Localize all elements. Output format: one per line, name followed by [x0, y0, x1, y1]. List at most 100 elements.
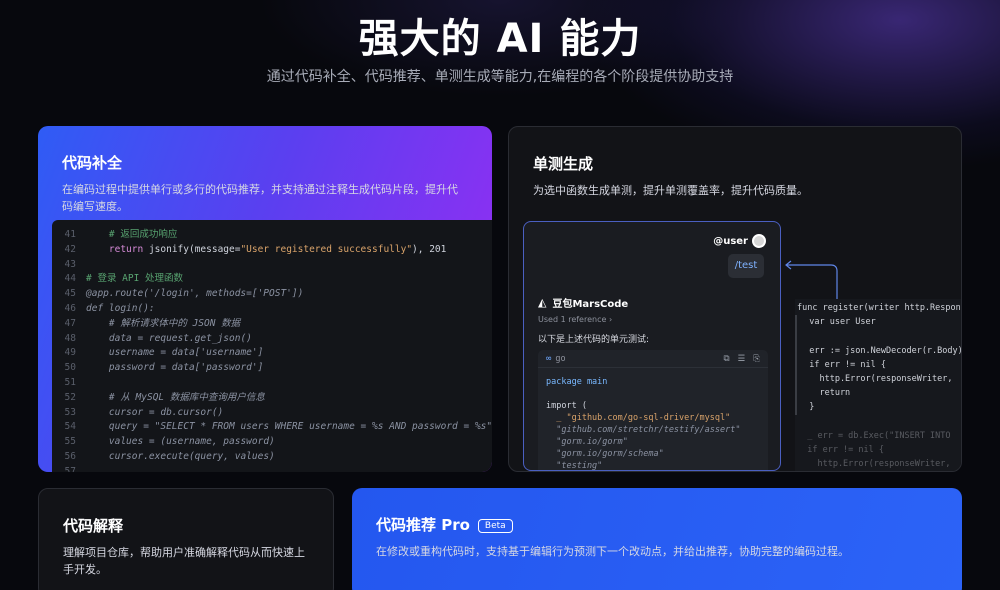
code-line: 44 # 登录 API 处理函数 [52, 272, 492, 287]
card-title-row: 代码推荐 Pro Beta [376, 514, 942, 535]
hero-subtitle: 通过代码补全、代码推荐、单测生成等能力,在编程的各个阶段提供协助支持 [266, 69, 734, 85]
source-code-preview: func register(writer http.Respon var use… [795, 299, 961, 471]
code-line: 47 # 解析请求体中的 JSON 数据 [52, 317, 492, 332]
code-token: ), 201 [412, 243, 447, 255]
reference-text: Used 1 reference [538, 315, 607, 324]
code-line: 51 [52, 376, 492, 391]
marscode-logo-icon: ◭ [538, 296, 547, 309]
line-number: 52 [64, 391, 76, 403]
code-line: 52 # 从 MySQL 数据库中查询用户信息 [52, 391, 492, 406]
code-token: # 从 MySQL 数据库中查询用户信息 [108, 391, 265, 403]
reference-link[interactable]: Used 1 reference › [538, 315, 612, 324]
line-number: 49 [64, 347, 76, 359]
line-number: 57 [64, 465, 76, 472]
code-line: http.Error(responseWriter, [795, 371, 961, 387]
code-block-header: ∞ go ⧉ ☰ ⎘ [538, 350, 768, 368]
code-line: return [795, 386, 961, 401]
code-token: data = request.get_json() [108, 332, 252, 344]
feature-card-code-completion[interactable]: 代码补全 在编码过程中提供单行或多行的代码推荐，并支持通过注释生成代码片段，提升… [38, 126, 492, 472]
code-line [795, 329, 961, 344]
insert-icon[interactable]: ☰ [738, 354, 746, 364]
line-number: 45 [64, 288, 76, 300]
code-line: 46 def login(): [52, 302, 492, 317]
code-line: "gorm.io/gorm/schema" [546, 449, 664, 459]
code-line: 45 @app.route('/login', methods=['POST']) [52, 287, 492, 302]
chevron-right-icon: › [608, 315, 613, 324]
code-line: var user User [795, 315, 961, 330]
code-line: 49 username = data['username'] [52, 346, 492, 361]
code-token: values = (username, password) [108, 436, 275, 448]
card-title: 单测生成 [533, 155, 594, 173]
code-line: 50 password = data['password'] [52, 361, 492, 376]
card-description: 理解项目仓库，帮助用户准确解释代码从而快速上手开发。 [63, 546, 305, 576]
copy-icon[interactable]: ⧉ [723, 354, 729, 364]
code-line: func register(writer http.Respon [797, 303, 961, 313]
code-line: "gorm.io/gorm" [546, 437, 628, 447]
line-number: 41 [64, 229, 76, 240]
code-token: cursor = db.cursor() [108, 406, 224, 418]
feature-card-code-recommend-pro[interactable]: 代码推荐 Pro Beta 在修改或重构代码时，支持基于编辑行为预测下一个改动点，… [352, 488, 962, 590]
bot-name: 豆包MarsCode [552, 299, 629, 310]
feature-card-unit-test[interactable]: 单测生成 为选中函数生成单测，提升单测覆盖率，提升代码质量。 @user /te… [508, 126, 962, 472]
line-number: 47 [64, 317, 76, 329]
code-line: 41 # 返回成功响应 [52, 228, 492, 243]
line-number: 56 [64, 450, 76, 462]
code-token: username = data['username'] [108, 347, 264, 359]
code-line: if err != nil { [797, 444, 884, 455]
command-chip: /test [728, 254, 764, 278]
line-number: 46 [64, 302, 76, 314]
chat-message: 以下是上述代码的单元测试: [538, 335, 650, 345]
arrow-icon [785, 260, 838, 299]
code-token: jsonify(message= [148, 243, 241, 255]
code-token: @app.route('/login', methods=['POST']) [86, 288, 304, 300]
line-number: 42 [64, 243, 76, 255]
code-line: 57 [52, 465, 492, 472]
line-number: 55 [64, 436, 76, 448]
code-line: "testing" [546, 461, 603, 471]
infinity-icon: ∞ [546, 353, 552, 364]
card-description: 在编码过程中提供单行或多行的代码推荐，并支持通过注释生成代码片段，提升代码编写速… [62, 183, 458, 213]
code-token: return [108, 243, 149, 255]
card-description: 在修改或重构代码时，支持基于编辑行为预测下一个改动点，并给出推荐，协助完整的编码… [376, 545, 849, 558]
file-icon[interactable]: ⎘ [753, 354, 760, 364]
code-line: 43 [52, 258, 492, 273]
line-number: 43 [64, 258, 76, 270]
code-line: "github.com/stretchr/testify/assert" [546, 425, 741, 435]
chat-panel: @user /test ◭ 豆包MarsCode Used 1 referenc… [523, 221, 781, 471]
code-line: 53 cursor = db.cursor() [52, 406, 492, 421]
code-token: password = data['password'] [108, 362, 264, 374]
code-block-tools: ⧉ ☰ ⎘ [723, 354, 760, 364]
code-line: http.Error(responseWriter, [797, 459, 951, 470]
line-number: 44 [64, 273, 76, 285]
code-block: ∞ go ⧉ ☰ ⎘ package main import ( _ "githu… [538, 350, 768, 471]
code-line: 42 return jsonify(message="User register… [52, 243, 492, 258]
line-number: 53 [64, 406, 76, 418]
code-language: go [555, 353, 566, 364]
code-token: # 解析请求体中的 JSON 数据 [108, 317, 241, 329]
avatar [752, 234, 766, 248]
card-title: 代码推荐 Pro [376, 516, 470, 534]
code-line: err := json.NewDecoder(r.Body) [795, 343, 961, 358]
chat-user-name: @user [713, 235, 748, 247]
feature-card-code-explain[interactable]: 代码解释 理解项目仓库，帮助用户准确解释代码从而快速上手开发。 [38, 488, 334, 590]
code-line: 54 query = "SELECT * FROM users WHERE us… [52, 420, 492, 435]
bot-header: ◭ 豆包MarsCode [538, 295, 628, 310]
card-title: 代码解释 [63, 517, 124, 535]
code-token: "User registered successfully" [240, 243, 413, 255]
code-token: # 登录 API 处理函数 [86, 273, 184, 285]
line-number: 51 [64, 376, 76, 388]
code-line: import ( [546, 401, 587, 411]
card-description: 为选中函数生成单测，提升单测覆盖率，提升代码质量。 [533, 184, 808, 197]
code-line: 48 data = request.get_json() [52, 332, 492, 347]
code-line: 55 values = (username, password) [52, 435, 492, 450]
code-block-body: package main import ( _ "github.com/go-sq… [538, 368, 768, 471]
line-number: 50 [64, 362, 76, 374]
code-line: 56 cursor.execute(query, values) [52, 450, 492, 465]
code-line: if err != nil { [795, 357, 961, 372]
card-title: 代码补全 [62, 154, 123, 172]
code-token: query = "SELECT * FROM users WHERE usern… [108, 421, 492, 433]
line-number: 48 [64, 332, 76, 344]
code-editor-preview: 41 # 返回成功响应 42 return jsonify(message="Us… [52, 220, 492, 472]
